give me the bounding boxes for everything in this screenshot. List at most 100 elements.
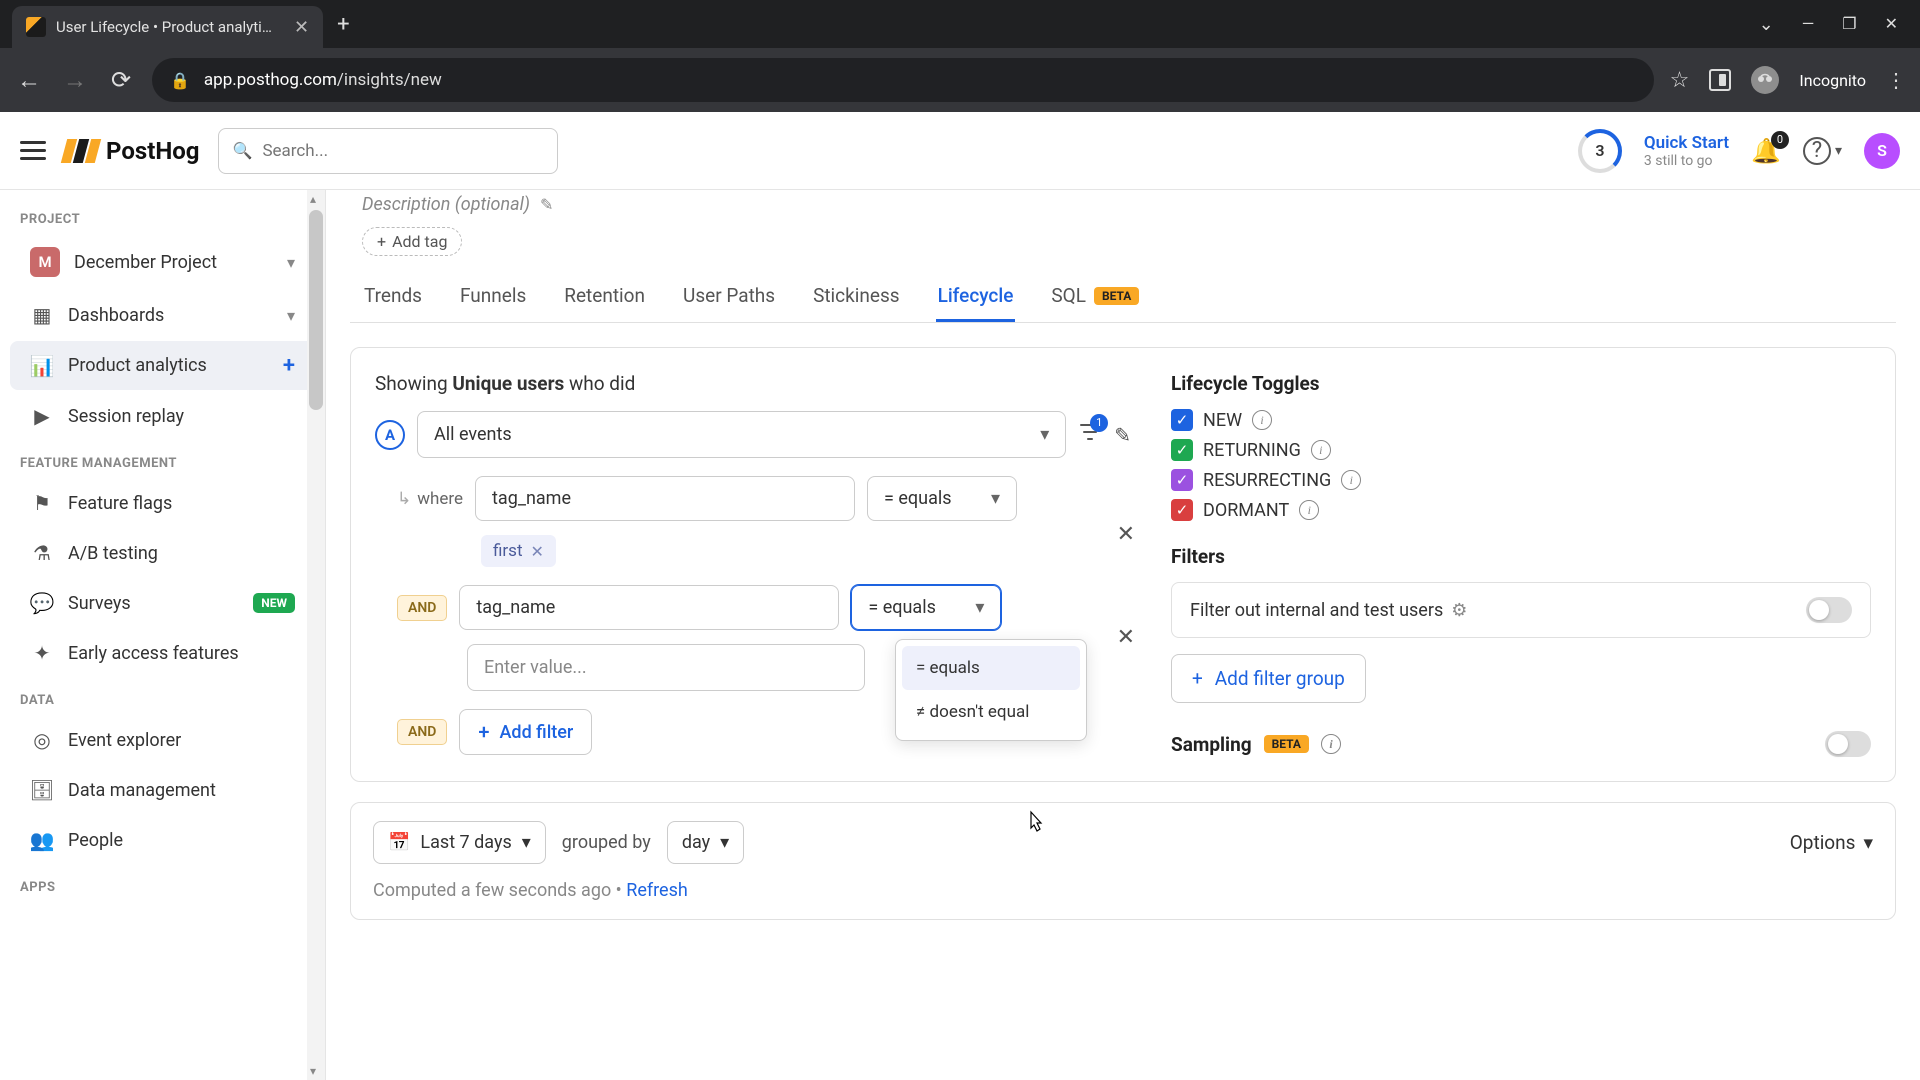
sidebar-item-product-analytics[interactable]: 📊 Product analytics + (10, 341, 315, 390)
checkbox-icon[interactable]: ✓ (1171, 469, 1193, 491)
info-icon[interactable]: i (1299, 500, 1319, 520)
info-icon[interactable]: i (1311, 440, 1331, 460)
sidebar-item-data-management[interactable]: 🗄 Data management (10, 766, 315, 814)
logo[interactable]: PostHog (64, 137, 200, 165)
pencil-icon[interactable]: ✎ (540, 195, 553, 214)
gear-icon[interactable]: ⚙ (1451, 600, 1467, 621)
event-selector[interactable]: All events ▾ (417, 411, 1066, 458)
info-icon[interactable]: i (1252, 410, 1272, 430)
info-icon[interactable]: i (1321, 734, 1341, 754)
project-selector[interactable]: M December Project ▾ (10, 235, 315, 289)
tab-lifecycle[interactable]: Lifecycle (936, 272, 1016, 322)
tab-sql[interactable]: SQL BETA (1049, 272, 1141, 322)
sidebar-item-feature-flags[interactable]: ⚑ Feature flags (10, 479, 315, 527)
tab-title: User Lifecycle • Product analytics (56, 18, 276, 36)
notification-count: 0 (1771, 131, 1789, 149)
user-avatar[interactable]: S (1864, 133, 1900, 169)
add-filter-group-button[interactable]: + Add filter group (1171, 654, 1366, 703)
help-button[interactable]: ? (1803, 137, 1831, 165)
dropdown-option-not-equals[interactable]: ≠ doesn't equal (902, 690, 1080, 734)
filter-internal-users: Filter out internal and test users ⚙ (1171, 582, 1871, 638)
toggle-label: RESURRECTING (1203, 470, 1331, 491)
tab-stickiness[interactable]: Stickiness (811, 272, 902, 322)
chevron-down-icon[interactable]: ▾ (1835, 143, 1842, 159)
menu-toggle-button[interactable] (20, 141, 46, 160)
toggle-switch[interactable] (1806, 597, 1852, 623)
window-minimize-icon[interactable]: ― (1802, 14, 1815, 35)
tab-user-paths[interactable]: User Paths (681, 272, 777, 322)
toggle-returning[interactable]: ✓ RETURNING i (1171, 439, 1871, 461)
scroll-down-icon[interactable]: ▾ (310, 1064, 316, 1078)
side-panel-icon[interactable] (1709, 69, 1731, 91)
reload-button[interactable]: ⟳ (106, 66, 136, 94)
sidebar-item-event-explorer[interactable]: ◎ Event explorer (10, 716, 315, 764)
search-input[interactable]: 🔍 (218, 128, 558, 174)
showing-text: Showing Unique users who did (375, 372, 1131, 395)
profile-icon[interactable] (1751, 66, 1779, 94)
date-range-selector[interactable]: 📅 Last 7 days ▾ (373, 821, 546, 864)
operator-selector[interactable]: = equals ▾ (867, 476, 1017, 521)
toggle-dormant[interactable]: ✓ DORMANT i (1171, 499, 1871, 521)
add-filter-button[interactable]: + Add filter (459, 709, 592, 755)
tab-trends[interactable]: Trends (362, 272, 424, 322)
property-selector[interactable]: tag_name (459, 585, 839, 630)
add-tag-button[interactable]: + Add tag (362, 227, 462, 256)
filter-icon-button[interactable]: 1 (1078, 420, 1102, 450)
sidebar-item-ab-testing[interactable]: ⚗ A/B testing (10, 529, 315, 577)
info-icon[interactable]: i (1341, 470, 1361, 490)
sidebar-item-dashboards[interactable]: ▦ Dashboards ▾ (10, 291, 315, 339)
tab-retention[interactable]: Retention (562, 272, 647, 322)
toggle-new[interactable]: ✓ NEW i (1171, 409, 1871, 431)
value-input[interactable]: Enter value... (467, 644, 865, 691)
plus-icon[interactable]: + (283, 353, 295, 378)
checkbox-icon[interactable]: ✓ (1171, 409, 1193, 431)
window-maximize-icon[interactable]: ❐ (1842, 14, 1856, 35)
refresh-link[interactable]: Refresh (626, 880, 688, 901)
toggle-switch[interactable] (1825, 731, 1871, 757)
quick-start-ring[interactable]: 3 (1578, 129, 1622, 173)
tab-close-icon[interactable]: ✕ (294, 17, 309, 38)
sidebar-section-feature: FEATURE MANAGEMENT (0, 442, 325, 477)
checkbox-icon[interactable]: ✓ (1171, 439, 1193, 461)
sampling-label: Sampling (1171, 733, 1252, 756)
sidebar-item-surveys[interactable]: 💬 Surveys NEW (10, 579, 315, 627)
sidebar-item-early-access[interactable]: ✦ Early access features (10, 629, 315, 677)
checkbox-icon[interactable]: ✓ (1171, 499, 1193, 521)
remove-filter-icon[interactable]: ✕ (1117, 522, 1135, 547)
window-close-icon[interactable]: ✕ (1885, 14, 1898, 35)
scrollbar-thumb[interactable] (309, 210, 323, 410)
description-placeholder[interactable]: Description (optional) (362, 194, 530, 215)
quick-start-button[interactable]: Quick Start 3 still to go (1644, 133, 1729, 169)
replay-icon: ▶ (30, 404, 54, 428)
scrollbar[interactable]: ▴ ▾ (307, 190, 325, 1080)
tab-funnels[interactable]: Funnels (458, 272, 528, 322)
bookmark-icon[interactable]: ☆ (1670, 68, 1690, 93)
sidebar-item-people[interactable]: 👥 People (10, 816, 315, 864)
address-bar[interactable]: 🔒 app.posthog.com/insights/new (152, 58, 1654, 102)
chip-remove-icon[interactable]: ✕ (531, 542, 544, 561)
tab-overflow-icon[interactable]: ⌄ (1759, 14, 1774, 35)
sidebar-label: People (68, 830, 123, 851)
remove-filter-icon[interactable]: ✕ (1117, 625, 1135, 650)
forward-button: → (60, 66, 90, 95)
dropdown-option-equals[interactable]: = equals (902, 646, 1080, 690)
filter-value-chip[interactable]: first ✕ (481, 535, 556, 567)
logo-text: PostHog (106, 137, 200, 165)
filter-label: Filter out internal and test users (1190, 600, 1443, 621)
notifications-button[interactable]: 🔔 0 (1751, 137, 1781, 165)
sidebar-label: A/B testing (68, 543, 158, 564)
sidebar-item-session-replay[interactable]: ▶ Session replay (10, 392, 315, 440)
toggle-resurrecting[interactable]: ✓ RESURRECTING i (1171, 469, 1871, 491)
search-field[interactable] (262, 141, 542, 161)
back-button[interactable]: ← (14, 66, 44, 95)
operator-selector[interactable]: = equals ▾ (851, 585, 1001, 630)
options-dropdown[interactable]: Options ▾ (1790, 831, 1873, 854)
browser-tab[interactable]: User Lifecycle • Product analytics ✕ (12, 6, 323, 48)
property-selector[interactable]: tag_name (475, 476, 855, 521)
interval-selector[interactable]: day ▾ (667, 821, 744, 864)
plus-icon: + (1192, 667, 1203, 690)
scroll-up-icon[interactable]: ▴ (310, 192, 316, 206)
edit-icon[interactable]: ✎ (1114, 423, 1131, 447)
new-tab-button[interactable]: + (337, 12, 349, 37)
browser-menu-icon[interactable]: ⋮ (1886, 68, 1906, 92)
